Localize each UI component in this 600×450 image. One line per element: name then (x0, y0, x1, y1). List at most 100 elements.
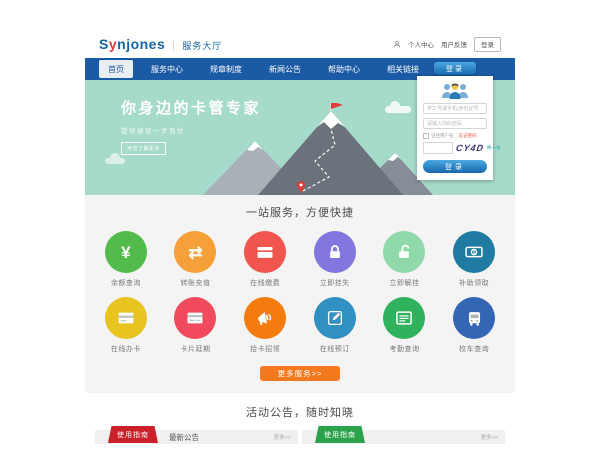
site-name: 服务大厅 (182, 39, 222, 52)
tab-usage-guide-right[interactable]: 使用指南 (315, 426, 365, 443)
users-group-icon (440, 82, 470, 99)
portal-page: Synjones | 服务大厅 个人中心 用户反馈 登录 首页 服务中心 规章制… (85, 30, 515, 450)
announcements-section: 活动公告，随时知晓 使用指南 最新公告 更多>> 使用指南 更多>> (85, 393, 515, 450)
captcha-row: CY4D 换一张 (423, 142, 487, 154)
service-card-renew[interactable]: 卡片延期 (161, 297, 231, 354)
service-circle: $ (453, 231, 495, 273)
services-section: 一站服务，方便快捷 ¥ 余额查询 ⇄ 转账充值 (85, 195, 515, 393)
service-circle (314, 297, 356, 339)
service-found-card-claim[interactable]: 拾卡招领 (230, 297, 300, 354)
user-feedback-link[interactable]: 用户反馈 (441, 39, 467, 49)
header-login-button[interactable]: 登录 (474, 37, 501, 52)
nav-item-home[interactable]: 首页 (99, 60, 133, 78)
logo-text-2: njones (117, 36, 165, 52)
nav-item-news[interactable]: 新闻公告 (260, 60, 310, 79)
captcha-input[interactable] (423, 142, 453, 154)
login-tab[interactable]: 登录 (434, 62, 476, 75)
login-submit-button[interactable]: 登录 (423, 160, 487, 173)
bus-icon (465, 309, 484, 328)
service-circle: ⇄ (174, 231, 216, 273)
service-circle (383, 297, 425, 339)
remember-row: 记住用户名 | 忘记密码 (423, 133, 487, 139)
transfer-icon: ⇄ (188, 244, 202, 261)
captcha-refresh-link[interactable]: 换一张 (487, 145, 501, 151)
service-label: 余额查询 (91, 278, 161, 288)
service-label: 校车查询 (439, 344, 509, 354)
service-label: 在线办卡 (91, 344, 161, 354)
guide-panel-tabs-right: 使用指南 更多>> (302, 430, 505, 444)
lock-icon (326, 243, 344, 261)
service-label: 立即挂失 (300, 278, 370, 288)
service-card-apply[interactable]: 在线办卡 (91, 297, 161, 354)
service-label: 拾卡招领 (230, 344, 300, 354)
nav-item-service-center[interactable]: 服务中心 (142, 60, 192, 79)
unlock-icon (395, 243, 413, 261)
user-icon (393, 40, 401, 48)
banknote-icon: $ (464, 242, 484, 262)
more-link[interactable]: 更多>> (481, 433, 498, 441)
card-renew-icon (185, 308, 205, 328)
more-link[interactable]: 更多>> (274, 433, 291, 441)
announcements-title: 活动公告，随时知晓 (85, 404, 515, 420)
services-grid: ¥ 余额查询 ⇄ 转账充值 (85, 231, 515, 363)
hero-subtitle: 提供捷径一步到位 (121, 125, 261, 135)
captcha-image[interactable]: CY4D (455, 143, 485, 153)
remember-checkbox[interactable] (423, 133, 429, 139)
service-label: 立即解挂 (370, 278, 440, 288)
guide-panel-tabs: 使用指南 最新公告 更多>> (95, 430, 298, 444)
forgot-password-link[interactable]: 忘记密码 (459, 133, 477, 139)
login-form: 记住用户名 | 忘记密码 CY4D 换一张 登录 (417, 76, 493, 180)
card-apply-icon (116, 308, 136, 328)
more-services-button[interactable]: 更多服务>> (260, 366, 340, 381)
account-input[interactable] (423, 103, 487, 114)
header: Synjones | 服务大厅 个人中心 用户反馈 登录 (85, 30, 515, 58)
service-subsidy-collect[interactable]: $ 补助领取 (439, 231, 509, 288)
megaphone-icon (255, 308, 275, 328)
service-online-payment[interactable]: 在线缴费 (230, 231, 300, 288)
service-transfer-recharge[interactable]: ⇄ 转账充值 (161, 231, 231, 288)
service-circle (314, 231, 356, 273)
service-circle (105, 297, 147, 339)
service-online-booking[interactable]: 在线预订 (300, 297, 370, 354)
service-label: 转账充值 (161, 278, 231, 288)
service-circle (383, 231, 425, 273)
tab-usage-guide[interactable]: 使用指南 (108, 426, 158, 443)
tab-latest-news[interactable]: 最新公告 (169, 432, 199, 443)
service-label: 在线预订 (300, 344, 370, 354)
service-circle: ¥ (105, 231, 147, 273)
service-cancel-loss[interactable]: 立即解挂 (370, 231, 440, 288)
logo-accent: y (109, 36, 117, 52)
service-circle (244, 231, 286, 273)
remember-label: 记住用户名 (431, 133, 454, 139)
logo[interactable]: Synjones | 服务大厅 (99, 36, 222, 52)
page-root: Synjones | 服务大厅 个人中心 用户反馈 登录 首页 服务中心 规章制… (0, 0, 600, 450)
service-label: 补助领取 (439, 278, 509, 288)
service-circle (453, 297, 495, 339)
service-label: 考勤查询 (370, 344, 440, 354)
service-school-bus-inquiry[interactable]: 校车查询 (439, 297, 509, 354)
bank-card-icon (255, 242, 275, 262)
service-label: 卡片延期 (161, 344, 231, 354)
nav-item-help-center[interactable]: 帮助中心 (319, 60, 369, 79)
hero-title: 你身边的卡管专家 (121, 97, 261, 118)
services-title: 一站服务，方便快捷 (85, 204, 515, 220)
service-report-loss[interactable]: 立即挂失 (300, 231, 370, 288)
password-input[interactable] (423, 118, 487, 129)
service-circle (174, 297, 216, 339)
service-attendance-inquiry[interactable]: 考勤查询 (370, 297, 440, 354)
edit-icon (326, 309, 344, 327)
login-panel: 登录 记住用户名 | 忘记密码 (417, 62, 493, 180)
divider: | (456, 134, 457, 139)
logo-separator: | (172, 41, 175, 52)
service-label: 在线缴费 (230, 278, 300, 288)
personal-center-link[interactable]: 个人中心 (408, 39, 434, 49)
hero-cta-button[interactable]: 点击了解更多 (121, 142, 166, 155)
cloud-icon (105, 158, 125, 164)
service-circle (244, 297, 286, 339)
service-balance-inquiry[interactable]: ¥ 余额查询 (91, 231, 161, 288)
yuan-icon: ¥ (121, 244, 130, 261)
logo-text-1: S (99, 36, 109, 52)
nav-item-regulations[interactable]: 规章制度 (201, 60, 251, 79)
hero-text: 你身边的卡管专家 提供捷径一步到位 点击了解更多 (121, 97, 261, 155)
announcement-panels: 使用指南 最新公告 更多>> 使用指南 更多>> (85, 430, 515, 444)
